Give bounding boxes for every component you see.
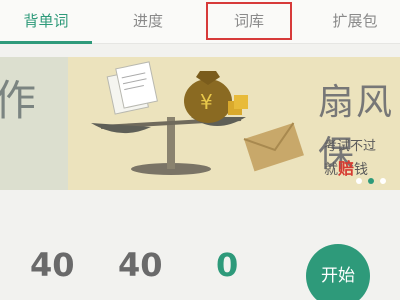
start-button[interactable]: 开始 (306, 244, 370, 300)
banner-line1: 考试不过 (324, 139, 377, 154)
tab-bar: 背单词 进度 词库 扩展包 (0, 0, 400, 44)
envelope-icon (243, 122, 304, 172)
banner-left-text: 作 (0, 76, 37, 125)
banner-line2-prefix: 就 (324, 162, 338, 178)
stat-value-2: 40 (118, 246, 163, 284)
money-bag-icon: ¥ (184, 71, 248, 123)
carousel-dot[interactable] (380, 178, 386, 184)
banner-line2-highlight: 赔 (338, 159, 355, 178)
tab-progress[interactable]: 进度 (100, 0, 196, 44)
banner-line2-suffix: 钱 (354, 162, 369, 178)
scale-illustration: ¥ (91, 61, 304, 175)
stat-value-3: 0 (216, 246, 239, 284)
paper-sheets (106, 61, 158, 115)
active-tab-indicator (0, 41, 92, 44)
banner-previous-slide: 作 (0, 57, 68, 190)
tab-expansion-packs[interactable]: 扩展包 (310, 0, 400, 44)
carousel-dot[interactable] (368, 178, 374, 184)
banner-line2: 就赔钱 (324, 155, 368, 179)
stat-value-1: 40 (30, 246, 75, 284)
promo-banner[interactable]: 作 ¥ 扇风保 考试不过 就赔钱 (0, 57, 400, 190)
yen-symbol: ¥ (200, 90, 213, 114)
tab-study-words[interactable]: 背单词 (0, 0, 92, 44)
highlight-box (206, 2, 292, 40)
carousel-dot[interactable] (356, 178, 362, 184)
